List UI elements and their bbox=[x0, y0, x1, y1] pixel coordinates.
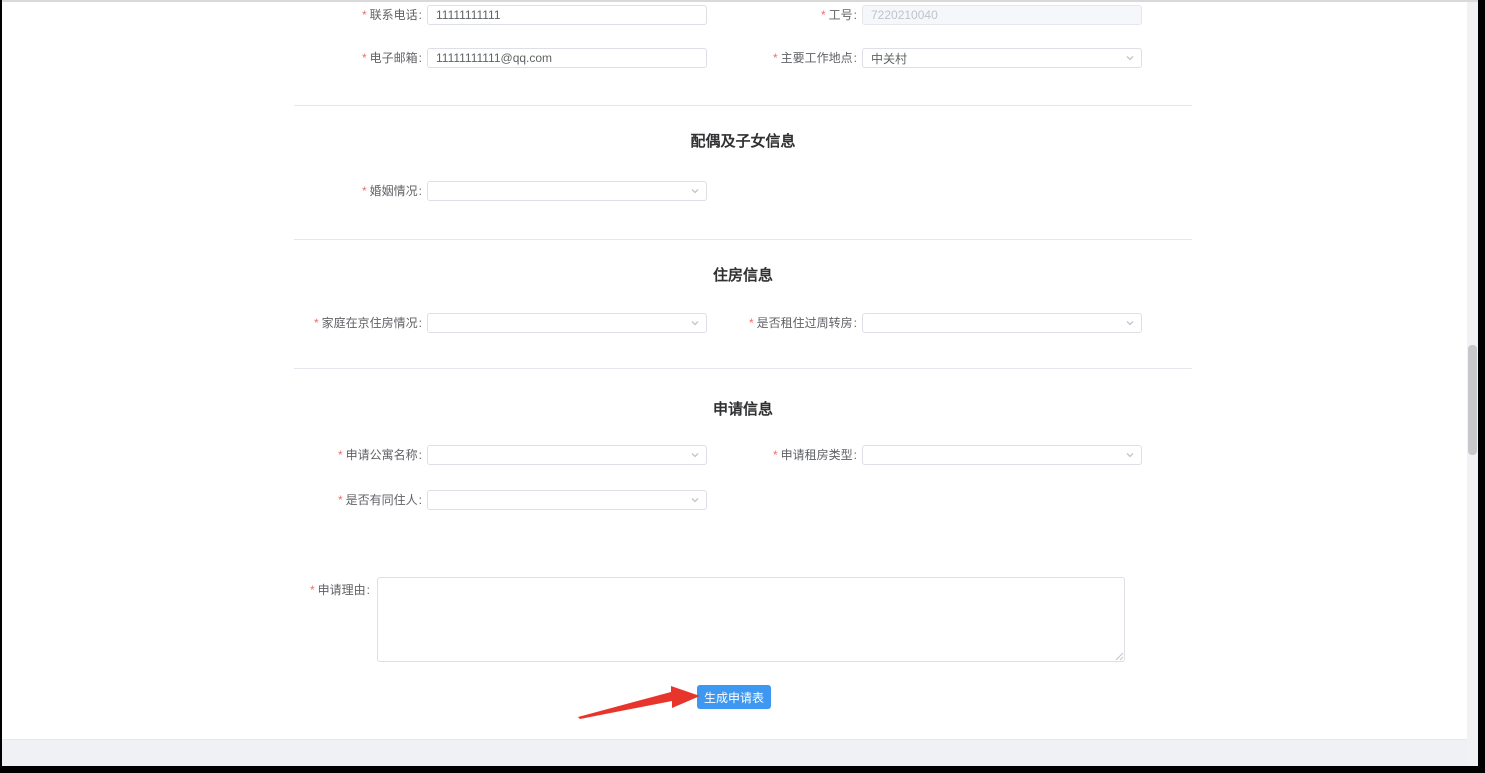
required-asterisk: * bbox=[821, 8, 826, 22]
employee-id-label: *工号: bbox=[682, 5, 857, 25]
family-housing-select[interactable] bbox=[427, 313, 707, 333]
spouse-children-section-title: 配偶及子女信息 bbox=[294, 130, 1192, 151]
screenshot-frame: *联系电话: *工号: *电子邮箱: *主要工作地点: 中关村 配偶及子女信息 … bbox=[0, 0, 1485, 773]
application-reason-textarea[interactable] bbox=[377, 577, 1125, 662]
rented-transition-housing-select[interactable] bbox=[862, 313, 1142, 333]
required-asterisk: * bbox=[773, 448, 778, 462]
housing-section-title: 住房信息 bbox=[294, 264, 1192, 285]
required-asterisk: * bbox=[314, 316, 319, 330]
rental-type-label: *申请租房类型: bbox=[682, 445, 857, 465]
family-housing-label: *家庭在京住房情况: bbox=[242, 313, 422, 333]
chevron-down-icon bbox=[1125, 53, 1135, 63]
scrollbar-thumb[interactable] bbox=[1468, 345, 1477, 455]
work-location-value: 中关村 bbox=[871, 50, 1125, 67]
email-label: *电子邮箱: bbox=[242, 48, 422, 68]
required-asterisk: * bbox=[362, 8, 367, 22]
application-section-title: 申请信息 bbox=[294, 398, 1192, 419]
required-asterisk: * bbox=[362, 184, 367, 198]
email-input[interactable] bbox=[427, 48, 707, 68]
generate-application-button[interactable]: 生成申请表 bbox=[697, 685, 771, 709]
apartment-name-label: *申请公寓名称: bbox=[242, 445, 422, 465]
application-form-page: *联系电话: *工号: *电子邮箱: *主要工作地点: 中关村 配偶及子女信息 … bbox=[2, 2, 1467, 766]
rented-transition-housing-label: *是否租住过周转房: bbox=[682, 313, 857, 333]
section-divider bbox=[294, 368, 1192, 369]
scrollbar-track[interactable] bbox=[1467, 2, 1478, 766]
chevron-down-icon bbox=[1125, 318, 1135, 328]
section-divider bbox=[294, 239, 1192, 240]
required-asterisk: * bbox=[338, 448, 343, 462]
co-resident-select[interactable] bbox=[427, 490, 707, 510]
required-asterisk: * bbox=[749, 316, 754, 330]
co-resident-label: *是否有同住人: bbox=[242, 490, 422, 510]
required-asterisk: * bbox=[310, 583, 315, 597]
application-reason-label: *申请理由: bbox=[242, 580, 370, 600]
marital-status-label: *婚姻情况: bbox=[242, 181, 422, 201]
chevron-down-icon bbox=[690, 495, 700, 505]
required-asterisk: * bbox=[362, 51, 367, 65]
marital-status-select[interactable] bbox=[427, 181, 707, 201]
work-location-label: *主要工作地点: bbox=[682, 48, 857, 68]
chevron-down-icon bbox=[1125, 450, 1135, 460]
contact-phone-input[interactable] bbox=[427, 5, 707, 25]
annotation-arrow bbox=[554, 682, 702, 724]
work-location-select[interactable]: 中关村 bbox=[862, 48, 1142, 68]
required-asterisk: * bbox=[773, 51, 778, 65]
chevron-down-icon bbox=[690, 186, 700, 196]
required-asterisk: * bbox=[338, 493, 343, 507]
apartment-name-select[interactable] bbox=[427, 445, 707, 465]
employee-id-input bbox=[862, 5, 1142, 25]
section-divider bbox=[294, 105, 1192, 106]
rental-type-select[interactable] bbox=[862, 445, 1142, 465]
contact-phone-label: *联系电话: bbox=[242, 5, 422, 25]
page-footer bbox=[2, 739, 1467, 766]
